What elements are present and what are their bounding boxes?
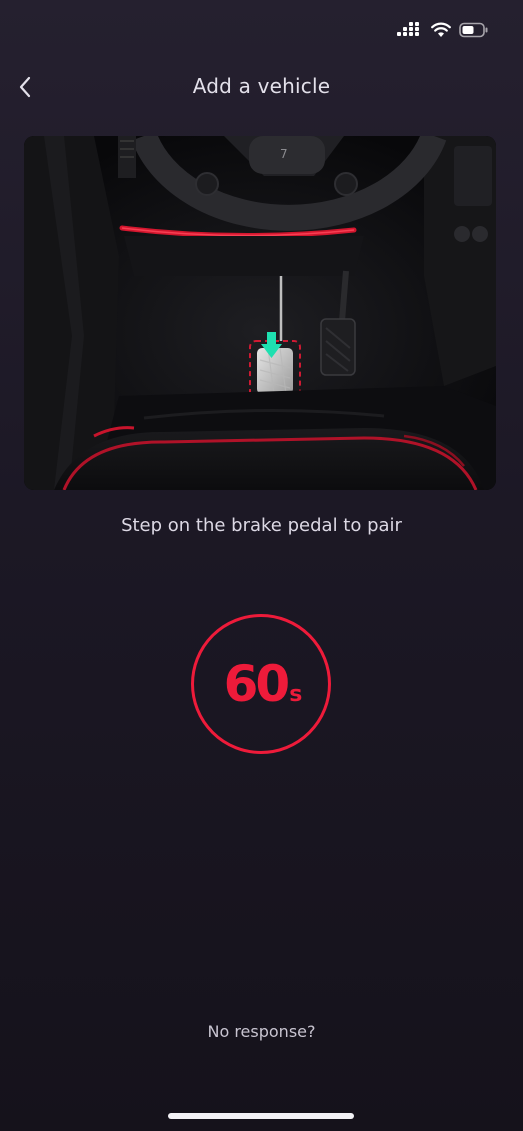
countdown-unit: s (289, 682, 303, 707)
pairing-instruction: Step on the brake pedal to pair (121, 515, 402, 536)
countdown-value: 60 (223, 655, 291, 713)
status-bar (397, 18, 489, 42)
home-indicator[interactable] (168, 1113, 354, 1119)
no-response-link[interactable]: No response? (0, 1022, 523, 1041)
brake-pedal-illustration: 7 (24, 136, 496, 490)
svg-text:7: 7 (280, 147, 288, 161)
countdown-timer: 60 s (191, 614, 331, 754)
wifi-icon (431, 22, 451, 37)
cellular-signal-icon (397, 22, 419, 36)
pairing-screen: Add a vehicle 7 Step on the brake pedal … (0, 0, 523, 1131)
page-title: Add a vehicle (192, 74, 331, 98)
battery-icon (459, 22, 488, 38)
